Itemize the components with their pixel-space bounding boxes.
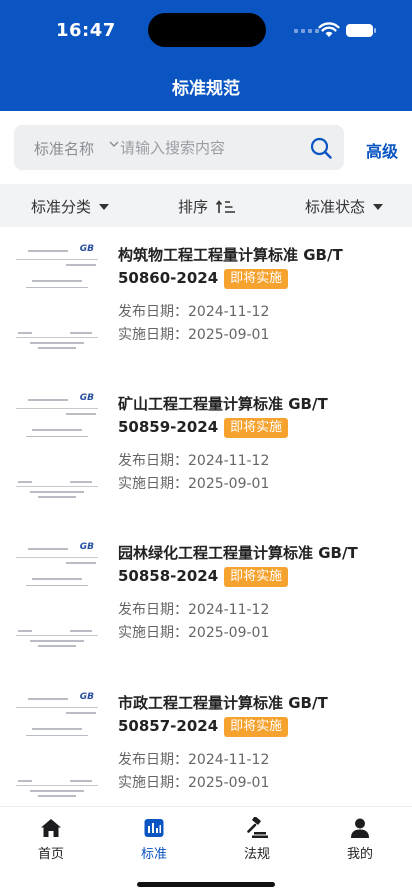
status-badge: 即将实施 [224,567,289,587]
standard-cover-thumbnail: GB [14,389,100,501]
standard-code: 50858-2024 [118,567,219,585]
status-time: 16:47 [56,20,116,41]
gb-logo: GB [79,244,94,254]
implement-date: 实施日期：2025-09-01 [118,473,269,493]
gavel-icon [247,817,268,838]
tab-home[interactable]: 首页 [21,817,81,862]
standard-list-item[interactable]: GB 构筑物工程工程量计算标准 GB/T 50860-2024 即将实施发布日期：20… [0,240,412,390]
tab-profile-label: 我的 [346,847,373,862]
standards-icon [144,819,164,837]
publish-date-label: 发布日期： [118,602,188,618]
standard-title: 市政工程工程量计算标准 GB/T 50857-2024 即将实施 [118,692,398,738]
standard-title: 构筑物工程工程量计算标准 GB/T 50860-2024 即将实施 [118,244,398,290]
search-input[interactable] [120,135,300,161]
advanced-search-button[interactable]: 高级 [366,138,398,162]
implement-date-label: 实施日期： [118,775,188,791]
standard-title: 矿山工程工程量计算标准 GB/T 50859-2024 即将实施 [118,393,398,439]
filter-category[interactable]: 标准分类 [31,196,110,217]
page-title: 标准规范 [172,79,240,99]
signal-icon [294,29,319,33]
caret-down-icon [99,203,110,210]
gb-logo: GB [79,542,94,552]
implement-date-label: 实施日期： [118,327,188,343]
tab-standards-label: 标准 [140,847,167,862]
filter-category-label: 标准分类 [31,198,92,216]
publish-date-value: 2024-11-12 [188,453,270,469]
tab-home-label: 首页 [37,847,64,862]
battery-icon [346,24,376,37]
implement-date-value: 2025-09-01 [188,775,270,791]
implement-date: 实施日期：2025-09-01 [118,622,269,642]
home-indicator [137,882,275,887]
publish-date: 发布日期：2024-11-12 [118,301,269,321]
filter-status[interactable]: 标准状态 [305,196,384,217]
standard-name: 矿山工程工程量计算标准 GB/T [118,395,328,413]
user-icon [351,818,369,838]
app-header: 16:47 标准规范 [0,0,412,111]
publish-date-label: 发布日期： [118,453,188,469]
filter-status-label: 标准状态 [305,198,366,216]
gb-logo: GB [79,692,94,702]
publish-date-value: 2024-11-12 [188,752,270,768]
filter-sort[interactable]: 排序 [178,196,236,217]
home-icon [41,819,61,837]
standard-code: 50857-2024 [118,717,219,735]
standard-name: 构筑物工程工程量计算标准 GB/T [118,246,343,264]
caret-down-icon [373,203,384,210]
publish-date-label: 发布日期： [118,304,188,320]
standard-cover-thumbnail: GB [14,538,100,650]
implement-date-value: 2025-09-01 [188,327,270,343]
implement-date: 实施日期：2025-09-01 [118,324,269,344]
dynamic-island [148,13,266,47]
sort-ascending-icon [216,199,236,213]
filter-sort-label: 排序 [178,198,209,216]
search-icon[interactable] [310,137,332,159]
wifi-icon [318,22,340,37]
implement-date-label: 实施日期： [118,625,188,641]
implement-date: 实施日期：2025-09-01 [118,772,269,792]
standard-code: 50860-2024 [118,269,219,287]
publish-date: 发布日期：2024-11-12 [118,749,269,769]
standard-name: 园林绿化工程工程量计算标准 GB/T [118,544,358,562]
standard-name: 市政工程工程量计算标准 GB/T [118,694,328,712]
publish-date: 发布日期：2024-11-12 [118,450,269,470]
gb-logo: GB [79,393,94,403]
chevron-down-icon[interactable] [109,139,119,149]
publish-date-label: 发布日期： [118,752,188,768]
implement-date-label: 实施日期： [118,476,188,492]
tab-regulations-label: 法规 [243,847,270,862]
standard-cover-thumbnail: GB [14,240,100,352]
standard-cover-thumbnail: GB [14,688,100,800]
search-bar: 标准名称 [14,125,344,170]
standard-list-item[interactable]: GB 矿山工程工程量计算标准 GB/T 50859-2024 即将实施发布日期：202… [0,389,412,539]
status-bar: 16:47 [0,0,412,62]
publish-date-value: 2024-11-12 [188,304,270,320]
tab-regulations[interactable]: 法规 [227,817,287,862]
implement-date-value: 2025-09-01 [188,625,270,641]
status-badge: 即将实施 [224,418,289,438]
standard-title: 园林绿化工程工程量计算标准 GB/T 50858-2024 即将实施 [118,542,398,588]
implement-date-value: 2025-09-01 [188,476,270,492]
tab-standards[interactable]: 标准 [124,817,184,862]
search-field-selector[interactable]: 标准名称 [34,138,94,159]
tab-profile[interactable]: 我的 [330,817,390,862]
publish-date-value: 2024-11-12 [188,602,270,618]
standard-code: 50859-2024 [118,418,219,436]
standard-list-item[interactable]: GB 园林绿化工程工程量计算标准 GB/T 50858-2024 即将实施发布日期：2… [0,538,412,688]
filter-bar: 标准分类 排序 标准状态 [0,184,412,227]
status-badge: 即将实施 [224,717,289,737]
status-badge: 即将实施 [224,269,289,289]
publish-date: 发布日期：2024-11-12 [118,599,269,619]
